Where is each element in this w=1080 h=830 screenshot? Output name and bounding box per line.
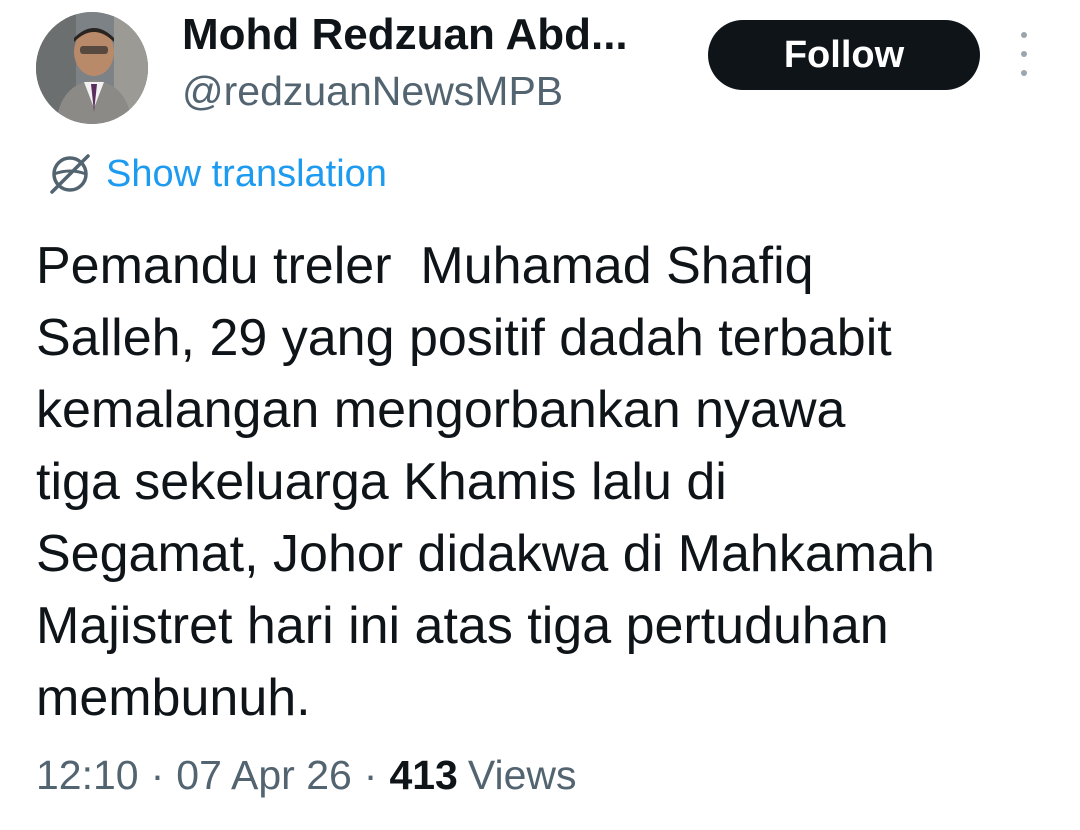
meta-separator: · xyxy=(150,752,165,798)
tweet-time[interactable]: 12:10 xyxy=(36,752,139,799)
views-count[interactable]: 413 xyxy=(389,752,457,799)
meta-separator: · xyxy=(363,752,378,798)
views-label: Views xyxy=(467,752,577,798)
more-dot xyxy=(1021,70,1027,76)
show-translation-label: Show translation xyxy=(106,152,387,195)
more-options-button[interactable] xyxy=(1006,32,1042,76)
tweet-date[interactable]: 07 Apr 26 xyxy=(176,752,352,799)
more-dot xyxy=(1021,32,1027,38)
author-handle[interactable]: @redzuanNewsMPB xyxy=(182,68,563,115)
author-avatar[interactable] xyxy=(36,12,148,124)
tweet-meta: 12:10 · 07 Apr 26 · 413 Views xyxy=(36,752,577,799)
tweet-text: Pemandu treler Muhamad Shafiq Salleh, 29… xyxy=(36,237,935,727)
globe-slash-icon xyxy=(50,154,90,194)
follow-button[interactable]: Follow xyxy=(708,20,980,90)
more-dot xyxy=(1021,51,1027,57)
tweet-card: Mohd Redzuan Abd... @redzuanNewsMPB Foll… xyxy=(0,0,1080,830)
show-translation-link[interactable]: Show translation xyxy=(44,148,387,200)
author-name[interactable]: Mohd Redzuan Abd... xyxy=(182,10,628,60)
avatar-photo-icon xyxy=(36,12,148,124)
